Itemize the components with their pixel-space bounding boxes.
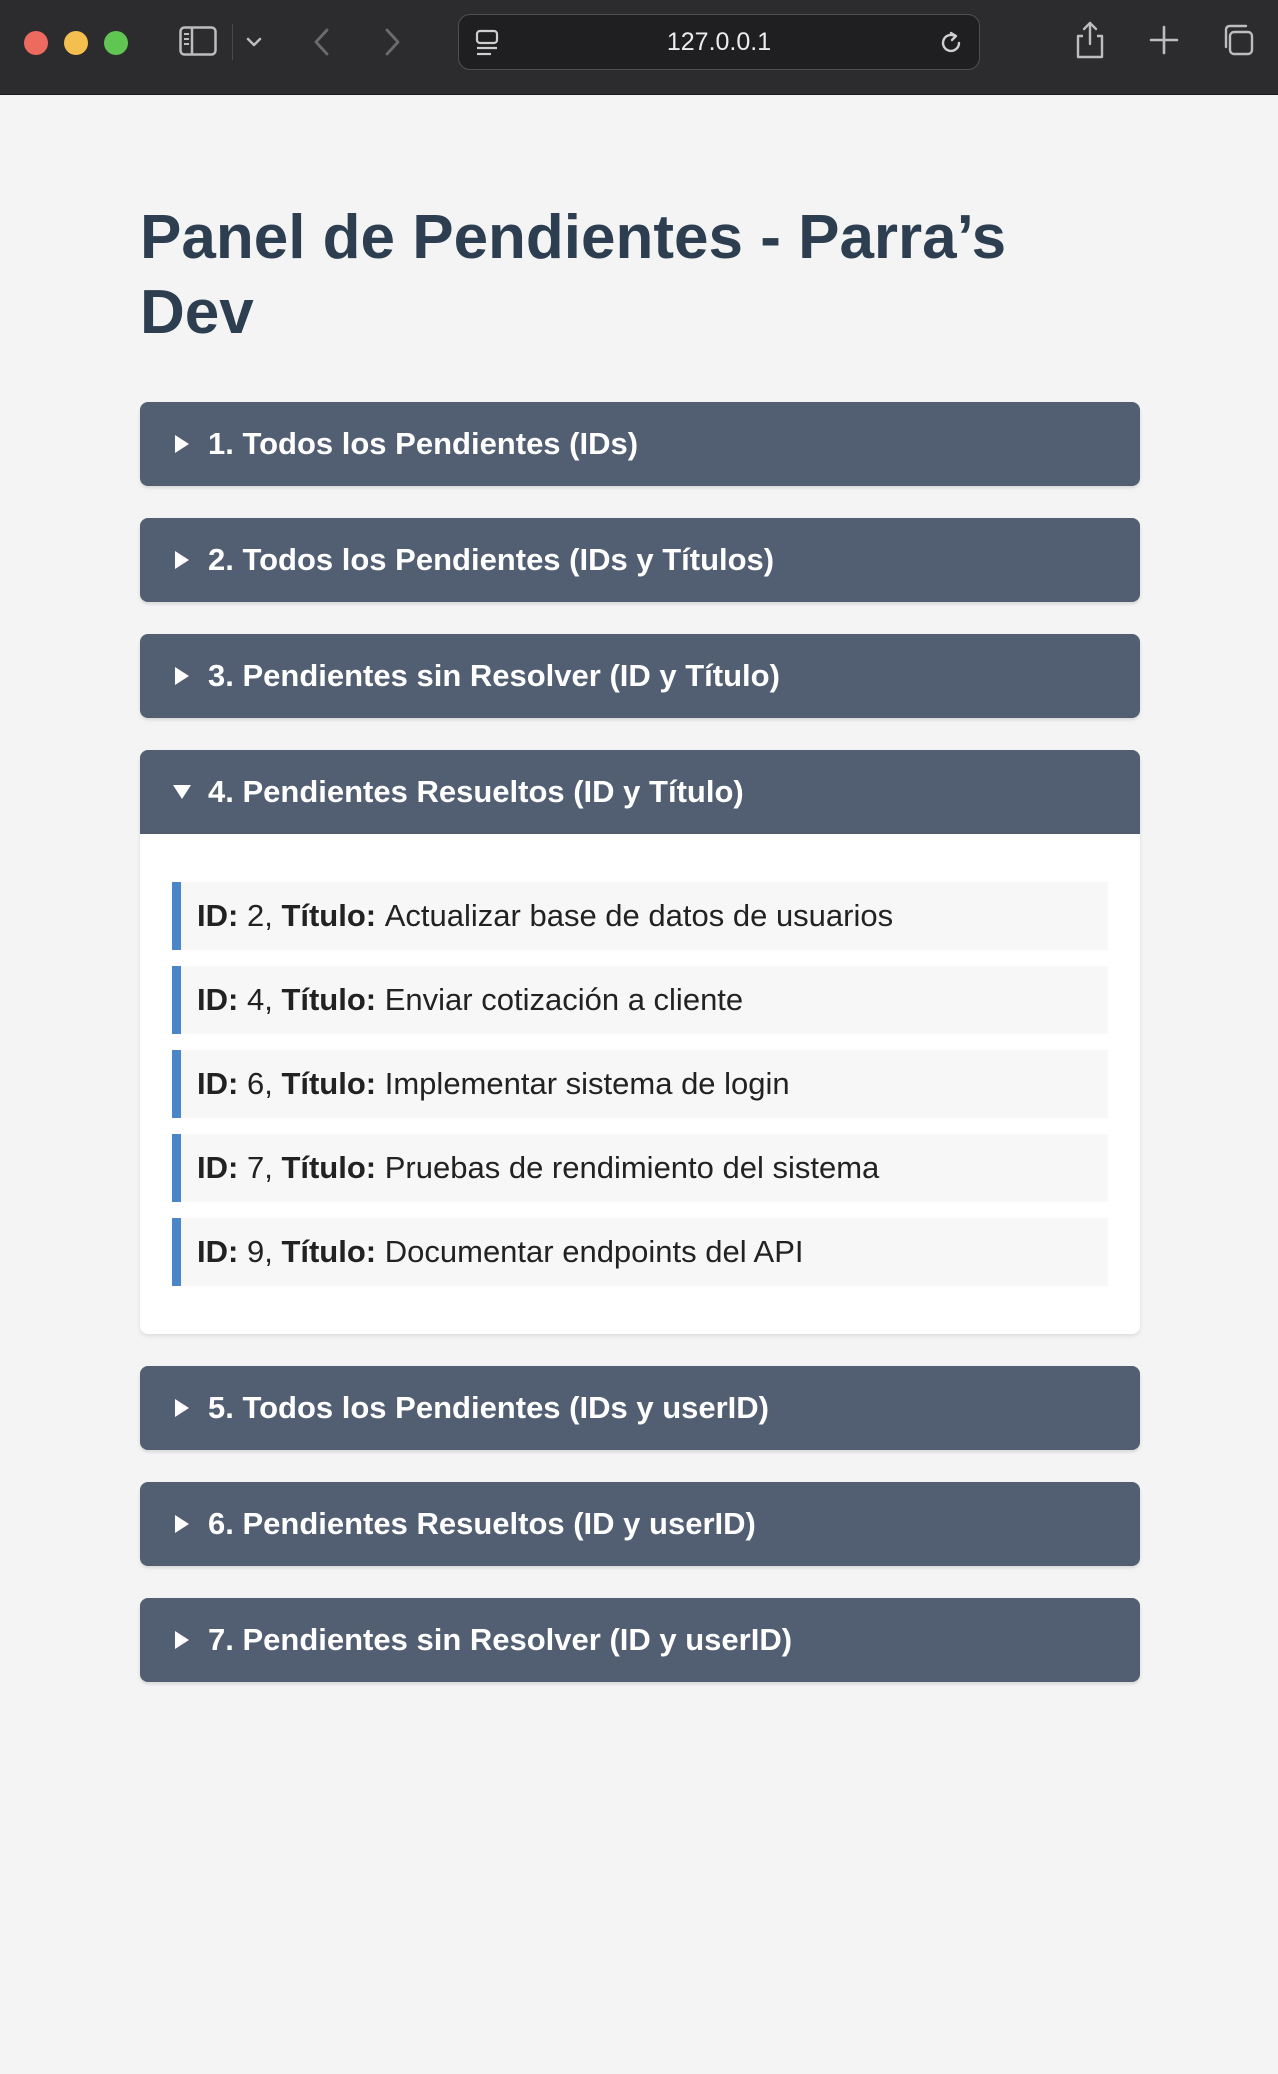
list-item: ID: 6, Título: Implementar sistema de lo… — [172, 1050, 1108, 1118]
list-item: ID: 4, Título: Enviar cotización a clien… — [172, 966, 1108, 1034]
section-5: 5. Todos los Pendientes (IDs y userID) — [140, 1366, 1140, 1450]
reload-icon[interactable] — [935, 27, 967, 59]
triangle-right-icon — [172, 550, 192, 570]
item-title: Pruebas de rendimiento del sistema — [384, 1150, 880, 1185]
item-id: 9 — [246, 1234, 265, 1269]
section-4-panel: ID: 2, Título: Actualizar base de datos … — [140, 834, 1140, 1334]
section-1-label: 1. Todos los Pendientes (IDs) — [208, 426, 639, 461]
id-label: ID: — [197, 1234, 239, 1269]
id-label: ID: — [197, 898, 239, 933]
item-title: Enviar cotización a cliente — [384, 982, 744, 1017]
title-label: Título: — [281, 1234, 377, 1269]
zoom-window-button[interactable] — [104, 31, 128, 55]
section-5-header[interactable]: 5. Todos los Pendientes (IDs y userID) — [140, 1366, 1140, 1450]
section-6-label: 6. Pendientes Resueltos (ID y userID) — [208, 1506, 756, 1541]
item-id: 2 — [246, 898, 265, 933]
item-title: Implementar sistema de login — [384, 1066, 790, 1101]
section-2-label: 2. Todos los Pendientes (IDs y Títulos) — [208, 542, 775, 577]
browser-toolbar: 127.0.0.1 — [0, 0, 1278, 95]
list-item: ID: 9, Título: Documentar endpoints del … — [172, 1218, 1108, 1286]
chevron-down-icon[interactable] — [240, 28, 268, 56]
id-label: ID: — [197, 982, 239, 1017]
item-id: 4 — [246, 982, 265, 1017]
triangle-down-icon — [172, 784, 192, 800]
triangle-right-icon — [172, 1398, 192, 1418]
triangle-right-icon — [172, 666, 192, 686]
minimize-window-button[interactable] — [64, 31, 88, 55]
triangle-right-icon — [172, 1630, 192, 1650]
section-4: 4. Pendientes Resueltos (ID y Título) ID… — [140, 750, 1140, 1334]
section-3: 3. Pendientes sin Resolver (ID y Título) — [140, 634, 1140, 718]
section-1-header[interactable]: 1. Todos los Pendientes (IDs) — [140, 402, 1140, 486]
section-7-header[interactable]: 7. Pendientes sin Resolver (ID y userID) — [140, 1598, 1140, 1682]
item-id: 7 — [246, 1150, 265, 1185]
section-2-header[interactable]: 2. Todos los Pendientes (IDs y Títulos) — [140, 518, 1140, 602]
toolbar-divider — [232, 24, 233, 60]
title-label: Título: — [281, 982, 377, 1017]
back-icon[interactable] — [304, 24, 340, 60]
title-label: Título: — [281, 1066, 377, 1101]
title-label: Título: — [281, 898, 377, 933]
section-4-label: 4. Pendientes Resueltos (ID y Título) — [208, 774, 744, 809]
section-3-label: 3. Pendientes sin Resolver (ID y Título) — [208, 658, 780, 693]
section-5-label: 5. Todos los Pendientes (IDs y userID) — [208, 1390, 769, 1425]
title-label: Título: — [281, 1150, 377, 1185]
close-window-button[interactable] — [24, 31, 48, 55]
id-label: ID: — [197, 1150, 239, 1185]
share-icon[interactable] — [1070, 18, 1110, 62]
page-content: Panel de Pendientes - Parra’s Dev 1. Tod… — [140, 95, 1140, 1682]
sidebar-icon[interactable] — [178, 24, 218, 58]
list-item: ID: 7, Título: Pruebas de rendimiento de… — [172, 1134, 1108, 1202]
section-7-label: 7. Pendientes sin Resolver (ID y userID) — [208, 1622, 793, 1657]
section-4-header[interactable]: 4. Pendientes Resueltos (ID y Título) — [140, 750, 1140, 834]
item-title: Documentar endpoints del API — [384, 1234, 804, 1269]
list-item: ID: 2, Título: Actualizar base de datos … — [172, 882, 1108, 950]
url-text[interactable]: 127.0.0.1 — [459, 15, 979, 69]
plus-icon[interactable] — [1144, 20, 1184, 60]
triangle-right-icon — [172, 434, 192, 454]
item-title: Actualizar base de datos de usuarios — [384, 898, 894, 933]
tabs-icon[interactable] — [1218, 20, 1258, 60]
section-2: 2. Todos los Pendientes (IDs y Títulos) — [140, 518, 1140, 602]
address-bar[interactable]: 127.0.0.1 — [458, 14, 980, 70]
section-6: 6. Pendientes Resueltos (ID y userID) — [140, 1482, 1140, 1566]
id-label: ID: — [197, 1066, 239, 1101]
section-7: 7. Pendientes sin Resolver (ID y userID) — [140, 1598, 1140, 1682]
triangle-right-icon — [172, 1514, 192, 1534]
page-title: Panel de Pendientes - Parra’s Dev — [140, 203, 1007, 347]
section-3-header[interactable]: 3. Pendientes sin Resolver (ID y Título) — [140, 634, 1140, 718]
section-6-header[interactable]: 6. Pendientes Resueltos (ID y userID) — [140, 1482, 1140, 1566]
item-id: 6 — [246, 1066, 265, 1101]
section-1: 1. Todos los Pendientes (IDs) — [140, 402, 1140, 486]
forward-icon[interactable] — [374, 24, 410, 60]
